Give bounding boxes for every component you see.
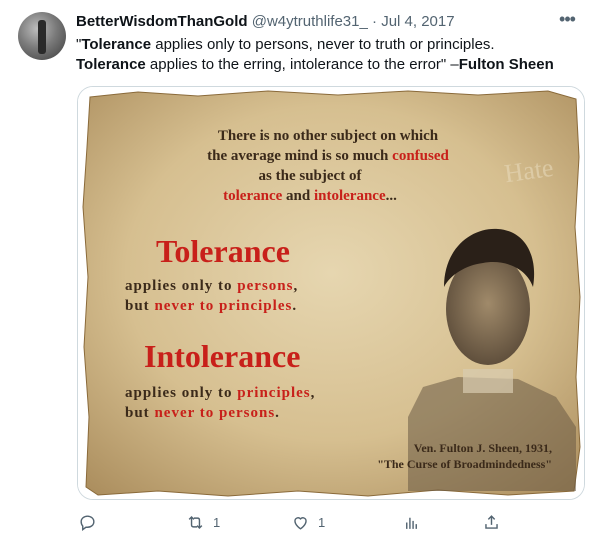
share-icon	[485, 514, 498, 529]
heading-intolerance: Intolerance	[144, 338, 300, 374]
credit-line-1: Ven. Fulton J. Sheen, 1931,	[414, 441, 552, 455]
poster-line-2: the average mind is so much confused	[207, 148, 449, 164]
retweet-button[interactable]: 1	[186, 508, 220, 536]
avatar-figure	[38, 20, 46, 54]
like-count: 1	[318, 514, 326, 530]
separator: ·	[367, 13, 382, 30]
tolerance-line-2: but never to principles.	[125, 298, 297, 314]
display-name[interactable]: BetterWisdomThanGold	[76, 13, 248, 30]
tweet-attribution: Fulton Sheen	[458, 56, 554, 73]
heart-icon	[294, 516, 307, 530]
intolerance-line-1: applies only to principles,	[125, 385, 315, 401]
tweet-header: BetterWisdomThanGold @w4ytruthlife31_ · …	[76, 12, 578, 32]
heading-tolerance: Tolerance	[156, 233, 290, 269]
like-button[interactable]: 1	[291, 508, 325, 536]
share-button[interactable]	[482, 508, 501, 536]
retweet-count: 1	[213, 514, 221, 530]
tweet-text-line-1: "Tolerance applies only to persons, neve…	[76, 35, 576, 55]
credit-line-2: "The Curse of Broadmindedness"	[377, 457, 552, 471]
more-options-icon[interactable]: •••	[556, 10, 578, 32]
tweet-text-line-2: Tolerance applies to the erring, intoler…	[76, 55, 576, 75]
tweet-date[interactable]: Jul 4, 2017	[381, 13, 454, 30]
poster-line-4: tolerance and intolerance...	[223, 188, 397, 204]
reply-icon	[80, 514, 95, 531]
avatar[interactable]	[18, 12, 66, 60]
tweet-text-span: applies only to persons, never to truth …	[151, 36, 495, 53]
views-button[interactable]	[402, 508, 421, 536]
tweet-bold-word: Tolerance	[81, 36, 152, 53]
poster-line-1: There is no other subject on which	[218, 128, 439, 144]
tweet-text-span: applies to the erring, intolerance to th…	[145, 56, 459, 73]
portrait-collar	[463, 369, 513, 393]
poster-line-3: as the subject of	[259, 168, 363, 184]
handle[interactable]: @w4ytruthlife31_	[252, 13, 368, 30]
intolerance-line-2: but never to persons.	[125, 405, 280, 421]
reply-button[interactable]	[78, 508, 97, 536]
tweet-text: "Tolerance applies only to persons, neve…	[76, 35, 576, 75]
tweet-actions: 1 1	[76, 508, 586, 536]
analytics-icon	[406, 517, 417, 529]
tweet-bold-word: Tolerance	[76, 56, 146, 73]
retweet-icon	[188, 515, 203, 529]
quote-poster: Hate There is no other subject on which …	[78, 87, 584, 499]
tolerance-line-1: applies only to persons,	[125, 278, 298, 294]
tweet-image[interactable]: Hate There is no other subject on which …	[77, 86, 585, 500]
